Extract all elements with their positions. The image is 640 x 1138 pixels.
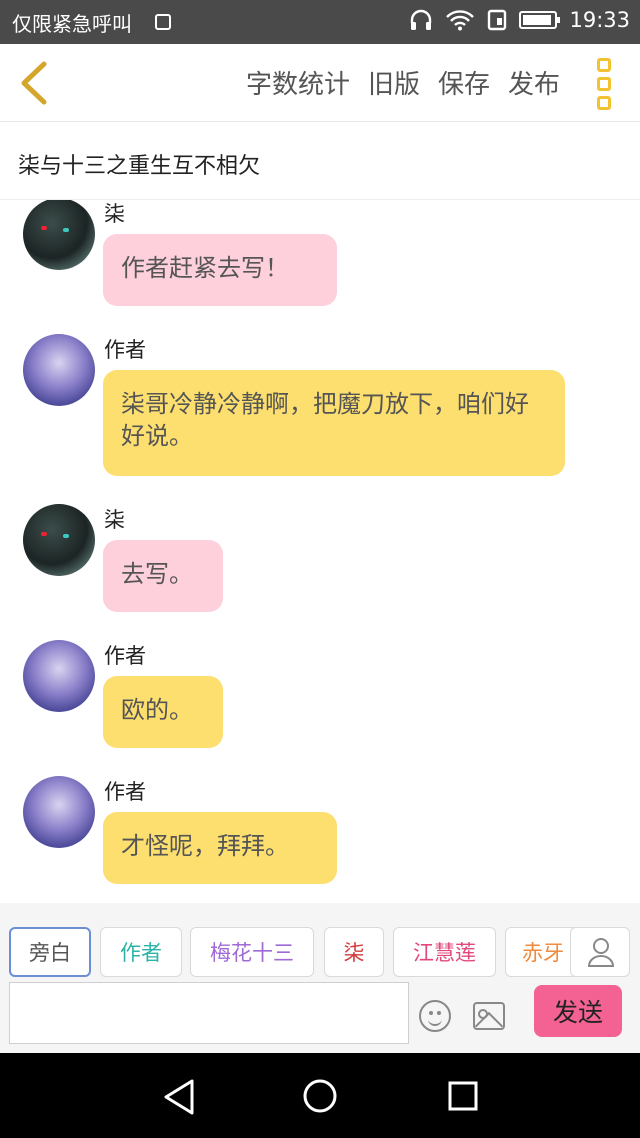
more-dot [597, 58, 611, 72]
message-bubble[interactable]: 柒哥冷静冷静啊，把魔刀放下，咱们好好说。 [103, 370, 565, 476]
more-menu-icon[interactable] [594, 58, 614, 110]
message-bubble[interactable]: 欧的。 [103, 676, 223, 748]
sender-name: 柒 [104, 202, 125, 226]
role-chip-narrator[interactable]: 旁白 [9, 927, 91, 977]
avatar-qi[interactable] [23, 504, 95, 576]
story-title[interactable]: 柒与十三之重生互不相欠 [18, 148, 260, 180]
emoji-icon[interactable] [419, 1000, 451, 1032]
nav-back-icon[interactable] [160, 1077, 196, 1117]
editor-header: 字数统计 旧版 保存 发布 [0, 44, 640, 122]
status-bar: 仅限紧急呼叫 19:33 [0, 0, 640, 44]
manage-roles-button[interactable] [570, 927, 630, 977]
nav-home-icon[interactable] [302, 1078, 338, 1114]
status-icons: 19:33 [409, 8, 630, 32]
more-dot [597, 77, 611, 91]
composer-panel: 旁白 作者 梅花十三 柒 江慧莲 赤牙 发送 [0, 903, 640, 1053]
sender-name: 作者 [104, 338, 146, 362]
role-chip-meihua[interactable]: 梅花十三 [190, 927, 314, 977]
back-arrow-icon[interactable] [14, 58, 54, 108]
clock: 19:33 [569, 8, 630, 32]
sender-name: 柒 [104, 508, 125, 532]
system-nav-bar [0, 1053, 640, 1138]
carrier-text: 仅限紧急呼叫 [12, 12, 132, 36]
avatar-author[interactable] [23, 776, 95, 848]
wifi-icon [446, 10, 475, 31]
role-chip-qi[interactable]: 柒 [324, 927, 384, 977]
battery-icon [519, 11, 561, 29]
chat-list[interactable]: 柒 作者赶紧去写！ 作者 柒哥冷静冷静啊，把魔刀放下，咱们好好说。 柒 去写。 … [0, 200, 640, 902]
person-icon [587, 938, 615, 967]
message-bubble[interactable]: 作者赶紧去写！ [103, 234, 337, 306]
sender-name: 作者 [104, 780, 146, 804]
old-version-button[interactable]: 旧版 [368, 64, 420, 101]
publish-button[interactable]: 发布 [508, 64, 560, 101]
role-chip-jianghuilian[interactable]: 江慧莲 [393, 927, 496, 977]
message-bubble[interactable]: 去写。 [103, 540, 223, 612]
image-icon[interactable] [473, 1002, 505, 1030]
nav-recents-icon[interactable] [447, 1080, 479, 1112]
more-dot [597, 96, 611, 110]
avatar-author[interactable] [23, 640, 95, 712]
headphones-icon [411, 9, 432, 30]
header-actions: 字数统计 旧版 保存 发布 [246, 64, 560, 101]
message-bubble[interactable]: 才怪呢，拜拜。 [103, 812, 337, 884]
save-button[interactable]: 保存 [438, 64, 490, 101]
word-count-button[interactable]: 字数统计 [246, 64, 350, 101]
sender-name: 作者 [104, 644, 146, 668]
message-input[interactable] [9, 982, 409, 1044]
avatar-author[interactable] [23, 334, 95, 406]
sim-status-icon [488, 9, 507, 31]
send-button[interactable]: 发送 [534, 985, 622, 1037]
avatar-qi[interactable] [23, 200, 95, 270]
sim-icon [155, 14, 171, 30]
role-chip-author[interactable]: 作者 [100, 927, 182, 977]
